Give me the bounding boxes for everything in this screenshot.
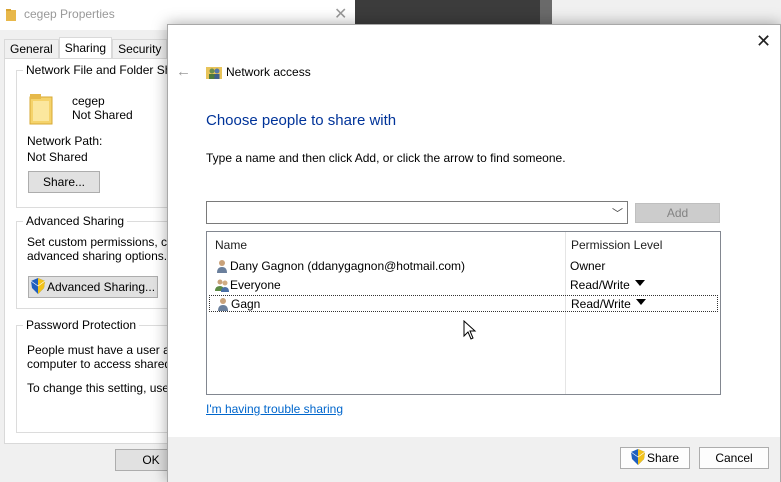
people-list[interactable]: Name Permission Level Dany Gagnon (ddany… [206, 231, 721, 395]
tab-security[interactable]: Security [112, 39, 168, 59]
list-item-name: Dany Gagnon (ddanygagnon@hotmail.com) [230, 259, 465, 273]
password-protection-group-title: Password Protection [23, 318, 140, 332]
password-desc-3: To change this setting, use the [27, 381, 190, 395]
tab-sharing[interactable]: Sharing [58, 37, 113, 59]
group-users-icon [215, 279, 229, 292]
advanced-sharing-group-title: Advanced Sharing [23, 214, 128, 228]
properties-tabs: General Sharing Security Pr [4, 37, 192, 59]
list-item-name: Gagn [231, 297, 261, 311]
network-path-value: Not Shared [27, 150, 88, 164]
dialog-close-button[interactable]: ✕ [756, 29, 771, 53]
list-item-permission[interactable]: Read/Write [571, 297, 631, 311]
advanced-sharing-button[interactable]: Advanced Sharing... [28, 276, 158, 298]
password-desc-1: People must have a user acco [27, 343, 189, 357]
password-desc-2: computer to access shared fol [27, 357, 188, 371]
dialog-footer: Share Cancel [168, 437, 780, 482]
list-item-name: Everyone [230, 278, 281, 292]
single-user-icon [218, 298, 228, 311]
background-window-strip [355, 0, 540, 24]
network-path-label: Network Path: [27, 134, 103, 148]
list-item-permission: Owner [570, 259, 606, 273]
chevron-down-icon[interactable]: ﹀ [612, 205, 623, 221]
choose-people-heading: Choose people to share with [206, 112, 397, 129]
share-confirm-button[interactable]: Share [620, 447, 690, 469]
list-item-permission[interactable]: Read/Write [570, 278, 630, 292]
share-button[interactable]: Share... [28, 171, 100, 193]
uac-shield-icon [630, 449, 645, 465]
add-button[interactable]: Add [635, 203, 720, 223]
dialog-title: Network access [226, 65, 311, 79]
trouble-sharing-link[interactable]: I'm having trouble sharing [206, 402, 343, 416]
list-item-selected[interactable]: Gagn Read/Write [209, 295, 718, 312]
tab-general[interactable]: General [4, 39, 59, 59]
column-header-permission[interactable]: Permission Level [571, 238, 662, 252]
network-users-icon [206, 67, 222, 79]
cancel-button[interactable]: Cancel [699, 447, 769, 469]
list-item[interactable]: Dany Gagnon (ddanygagnon@hotmail.com) Ow… [209, 258, 718, 275]
column-header-name[interactable]: Name [215, 238, 247, 252]
background-window-edge [540, 0, 552, 24]
properties-close-button[interactable]: ✕ [334, 4, 347, 24]
folder-large-icon [29, 94, 53, 125]
folder-name: cegep [72, 94, 105, 108]
advanced-sharing-button-label: Advanced Sharing... [46, 280, 156, 294]
list-item[interactable]: Everyone Read/Write [209, 277, 718, 294]
mouse-pointer-icon [463, 320, 477, 340]
name-combobox[interactable]: ﹀ [206, 201, 628, 224]
instructions-text: Type a name and then click Add, or click… [206, 151, 566, 165]
share-confirm-button-label: Share [646, 451, 680, 465]
folder-share-status: Not Shared [72, 108, 133, 122]
folder-icon [6, 9, 16, 21]
advanced-sharing-desc-2: advanced sharing options. [27, 249, 168, 263]
column-separator [565, 232, 566, 394]
network-access-dialog: ✕ ← Network access Choose people to shar… [167, 24, 781, 482]
uac-shield-icon [30, 278, 45, 294]
permission-dropdown-arrow-icon[interactable] [635, 280, 645, 286]
back-arrow-button[interactable]: ← [176, 63, 191, 80]
properties-title: cegep Properties [24, 7, 115, 21]
single-user-icon [217, 260, 227, 273]
permission-dropdown-arrow-icon[interactable] [636, 299, 646, 305]
